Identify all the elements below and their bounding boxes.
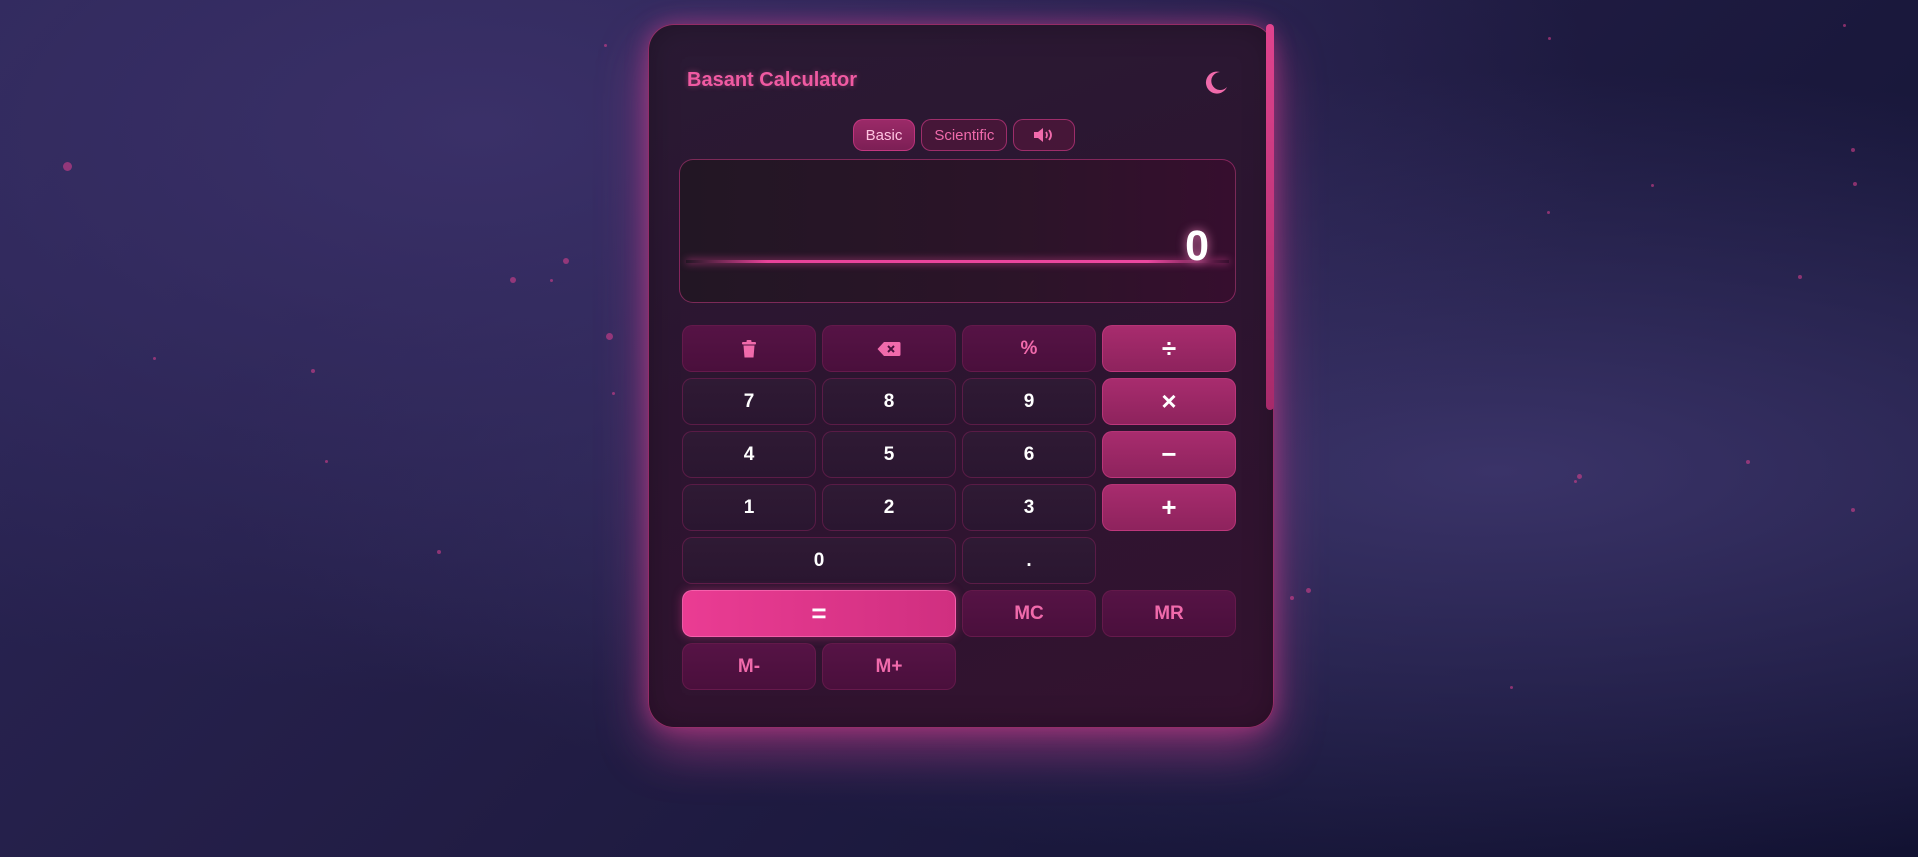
background-particle [1851, 148, 1855, 152]
background-particle [325, 460, 328, 463]
background-particle [612, 392, 615, 395]
basic-mode-button[interactable]: Basic [852, 119, 916, 151]
digit-2-button[interactable]: 2 [822, 484, 956, 531]
digit-5-button[interactable]: 5 [822, 431, 956, 478]
background-particle [604, 44, 607, 47]
background-particle [1577, 474, 1582, 479]
equals-button[interactable]: = [682, 590, 956, 637]
background-particle [550, 279, 553, 282]
background-particle [1547, 211, 1550, 214]
digit-3-button[interactable]: 3 [962, 484, 1096, 531]
background-particle [1306, 588, 1311, 593]
background-particle [153, 357, 156, 360]
background-particle [563, 258, 569, 264]
digit-4-button[interactable]: 4 [682, 431, 816, 478]
background-particle [1510, 686, 1513, 689]
keypad: % ÷ 7 8 9 × 4 5 6 − 1 2 3 + 0 . = MC MR … [682, 325, 1236, 690]
trash-icon [741, 339, 757, 358]
background-particle [1548, 37, 1551, 40]
scrollbar[interactable] [1266, 24, 1274, 410]
volume-icon [1033, 127, 1055, 143]
background-particle [311, 369, 315, 373]
result-value: 0 [1185, 222, 1209, 270]
digit-1-button[interactable]: 1 [682, 484, 816, 531]
scientific-mode-button[interactable]: Scientific [921, 119, 1008, 151]
clear-button[interactable] [682, 325, 816, 372]
moon-icon[interactable] [1201, 67, 1231, 97]
add-button[interactable]: + [1102, 484, 1236, 531]
percent-button[interactable]: % [962, 325, 1096, 372]
digit-9-button[interactable]: 9 [962, 378, 1096, 425]
background-particle [1851, 508, 1855, 512]
background-particle [63, 162, 72, 171]
calculator-display: 0 [679, 159, 1236, 303]
background-particle [1843, 24, 1846, 27]
memory-add-button[interactable]: M+ [822, 643, 956, 690]
background-particle [510, 277, 516, 283]
calculator-card: Basant Calculator Basic Scientific 0 % ÷… [648, 24, 1274, 728]
app-title: Basant Calculator [687, 69, 858, 91]
memory-subtract-button[interactable]: M- [682, 643, 816, 690]
memory-clear-button[interactable]: MC [962, 590, 1096, 637]
digit-8-button[interactable]: 8 [822, 378, 956, 425]
background-particle [1853, 182, 1857, 186]
digit-0-button[interactable]: 0 [682, 537, 956, 584]
mode-switcher: Basic Scientific [649, 119, 1273, 151]
decimal-button[interactable]: . [962, 537, 1096, 584]
background-particle [1651, 184, 1654, 187]
display-glow-line [686, 260, 1229, 263]
sound-toggle-button[interactable] [1013, 119, 1076, 151]
background-particle [1290, 596, 1294, 600]
digit-7-button[interactable]: 7 [682, 378, 816, 425]
multiply-button[interactable]: × [1102, 378, 1236, 425]
subtract-button[interactable]: − [1102, 431, 1236, 478]
digit-6-button[interactable]: 6 [962, 431, 1096, 478]
background-particle [606, 333, 613, 340]
empty-cell [1102, 537, 1236, 584]
divide-button[interactable]: ÷ [1102, 325, 1236, 372]
backspace-icon [877, 341, 901, 357]
memory-recall-button[interactable]: MR [1102, 590, 1236, 637]
background-particle [1798, 275, 1802, 279]
background-particle [437, 550, 441, 554]
background-particle [1746, 460, 1750, 464]
backspace-button[interactable] [822, 325, 956, 372]
background-particle [1574, 480, 1577, 483]
